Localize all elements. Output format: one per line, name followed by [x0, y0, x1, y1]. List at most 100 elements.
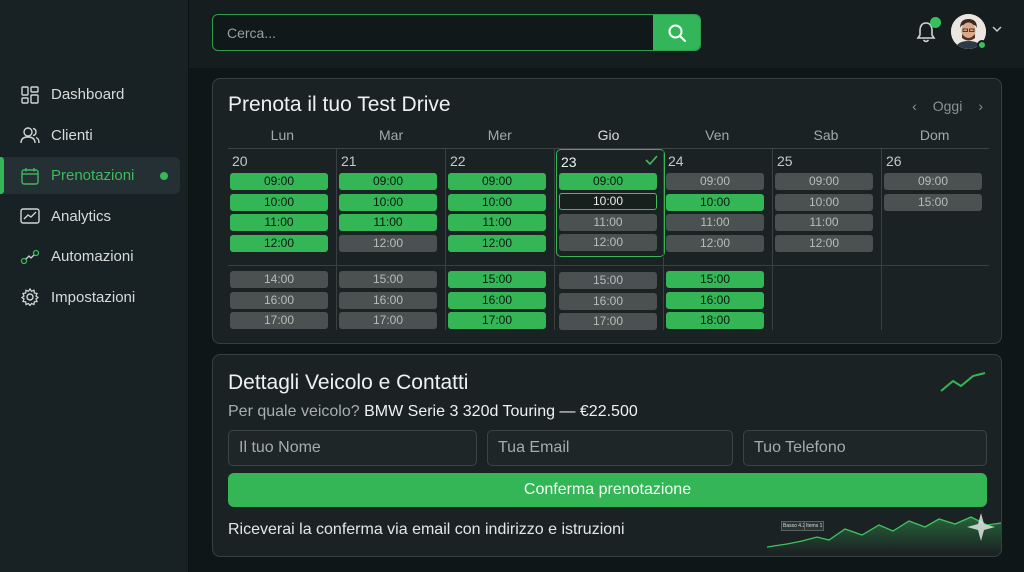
sidebar-item-analytics[interactable]: Analytics [0, 198, 189, 235]
weekday-ven: Ven [705, 127, 730, 143]
time-slot[interactable]: 10:00 [775, 193, 873, 211]
dashboard-icon [20, 85, 40, 105]
time-slot[interactable]: 16:00 [339, 291, 437, 309]
time-slot[interactable]: 17:00 [230, 312, 328, 329]
users-icon [20, 125, 40, 145]
day-column-23[interactable]: 23 09:00 10:00 11:00 12:00 15:00 16:00 17:00 [556, 149, 665, 330]
time-slot[interactable]: 10:00 [559, 193, 657, 210]
time-slot[interactable]: 15:00 [884, 193, 982, 211]
day-number: 20 [232, 153, 248, 169]
time-slot[interactable]: 09:00 [884, 173, 982, 190]
calendar-icon [20, 166, 40, 186]
morning-afternoon-divider [228, 265, 989, 266]
active-indicator-dot [160, 172, 168, 181]
search-bar [212, 14, 701, 51]
today-button[interactable]: Oggi [933, 98, 963, 114]
time-slot[interactable]: 12:00 [448, 234, 546, 252]
time-slot[interactable]: 10:00 [230, 193, 328, 211]
sidebar-item-automazioni[interactable]: Automazioni [0, 238, 189, 275]
automation-icon [20, 247, 40, 267]
day-column-26[interactable]: 26 09:00 15:00 [882, 149, 991, 330]
day-column-25[interactable]: 25 09:00 10:00 11:00 12:00 [773, 149, 882, 330]
time-slot[interactable]: 11:00 [230, 214, 328, 231]
day-number: 25 [777, 153, 793, 169]
sidebar-item-prenotazioni[interactable]: Prenotazioni [0, 157, 180, 195]
time-slot[interactable]: 17:00 [448, 312, 546, 329]
time-slot[interactable]: 10:00 [448, 193, 546, 211]
time-slot[interactable]: 11:00 [448, 214, 546, 231]
check-icon [645, 155, 658, 165]
weekday-gio: Gio [597, 127, 620, 143]
form-title: Dettagli Veicolo e Contatti [228, 371, 469, 394]
search-icon [668, 24, 686, 42]
day-column-22[interactable]: 22 09:00 10:00 11:00 12:00 15:00 16:00 17:00 [446, 149, 555, 330]
time-slot[interactable]: 10:00 [666, 193, 764, 211]
day-column-21[interactable]: 21 09:00 10:00 11:00 12:00 15:00 16:00 17:00 [337, 149, 446, 330]
time-slot[interactable]: 12:00 [339, 234, 437, 252]
time-slot[interactable]: 16:00 [230, 291, 328, 309]
day-number: 22 [450, 153, 466, 169]
weekday-header: Lun Mar Mer Gio Ven Sab Dom [228, 127, 989, 149]
time-slot[interactable]: 11:00 [559, 213, 657, 231]
sidebar-item-impostazioni[interactable]: Impostazioni [0, 279, 189, 316]
sidebar-nav: Dashboard Clienti Prenotazioni Analytics Aut… [0, 76, 189, 320]
time-slot[interactable]: 09:00 [775, 173, 873, 190]
time-slot[interactable]: 14:00 [230, 271, 328, 288]
time-slot[interactable]: 16:00 [666, 291, 764, 309]
sidebar-item-label: Impostazioni [51, 288, 136, 306]
day-column-20[interactable]: 20 09:00 10:00 11:00 12:00 14:00 16:00 17:00 [228, 149, 337, 330]
notification-badge [930, 17, 941, 28]
sidebar-item-label: Prenotazioni [51, 167, 135, 185]
time-slot[interactable]: 12:00 [230, 234, 328, 252]
top-bar [189, 0, 1024, 68]
time-slot[interactable]: 17:00 [339, 312, 437, 329]
time-slot[interactable]: 09:00 [666, 173, 764, 190]
day-column-24[interactable]: 24 09:00 10:00 11:00 12:00 15:00 16:00 18:00 [664, 149, 773, 330]
day-number: 24 [668, 153, 684, 169]
chevron-left-icon[interactable]: ‹ [912, 98, 917, 114]
vehicle-value: BMW Serie 3 320d Touring — €22.500 [364, 403, 638, 420]
vehicle-question: Per quale veicolo? [228, 403, 360, 420]
time-slot-grid: 20 09:00 10:00 11:00 12:00 14:00 16:00 17:00 21 0… [228, 149, 989, 330]
time-slot[interactable]: 15:00 [559, 272, 657, 289]
day-number: 21 [341, 153, 357, 169]
time-slot[interactable]: 11:00 [775, 214, 873, 231]
time-slot[interactable]: 11:00 [339, 214, 437, 231]
time-slot[interactable]: 12:00 [666, 234, 764, 252]
day-number: 23 [561, 154, 577, 170]
time-slot[interactable]: 15:00 [448, 271, 546, 288]
column-divider [663, 257, 664, 330]
sidebar-item-dashboard[interactable]: Dashboard [0, 76, 189, 113]
time-slot[interactable]: 16:00 [448, 291, 546, 309]
time-slot[interactable]: 12:00 [559, 234, 657, 251]
confirm-booking-button[interactable]: Conferma prenotazione [228, 473, 987, 507]
search-input[interactable] [213, 15, 653, 50]
test-drive-calendar-card: Prenota il tuo Test Drive ‹ Oggi › Lun Ma… [212, 78, 1002, 344]
confirmation-note: Riceverai la conferma via email con indi… [228, 521, 625, 538]
time-slot[interactable]: 11:00 [666, 214, 764, 231]
vehicle-line: Per quale veicolo? BMW Serie 3 320d Tour… [228, 403, 638, 421]
gear-icon [20, 287, 40, 307]
weekday-mar: Mar [379, 127, 404, 143]
time-slot[interactable]: 17:00 [559, 313, 657, 330]
time-slot[interactable]: 12:00 [775, 234, 873, 252]
phone-field[interactable] [743, 430, 987, 466]
time-slot[interactable]: 18:00 [666, 312, 764, 329]
name-field[interactable] [228, 430, 477, 466]
time-slot[interactable]: 16:00 [559, 292, 657, 310]
email-field[interactable] [487, 430, 733, 466]
decorative-area-chart [767, 513, 1001, 553]
chevron-right-icon[interactable]: › [978, 98, 983, 114]
time-slot[interactable]: 09:00 [448, 173, 546, 190]
chevron-down-icon[interactable] [992, 26, 1002, 33]
weekday-dom: Dom [919, 127, 950, 143]
time-slot[interactable]: 15:00 [339, 271, 437, 288]
time-slot[interactable]: 09:00 [230, 173, 328, 190]
time-slot[interactable]: 10:00 [339, 193, 437, 211]
time-slot[interactable]: 15:00 [666, 271, 764, 288]
search-button[interactable] [653, 15, 700, 50]
calendar-title: Prenota il tuo Test Drive [228, 93, 451, 116]
time-slot[interactable]: 09:00 [339, 173, 437, 190]
time-slot[interactable]: 09:00 [559, 172, 657, 190]
sidebar-item-clienti[interactable]: Clienti [0, 117, 189, 154]
